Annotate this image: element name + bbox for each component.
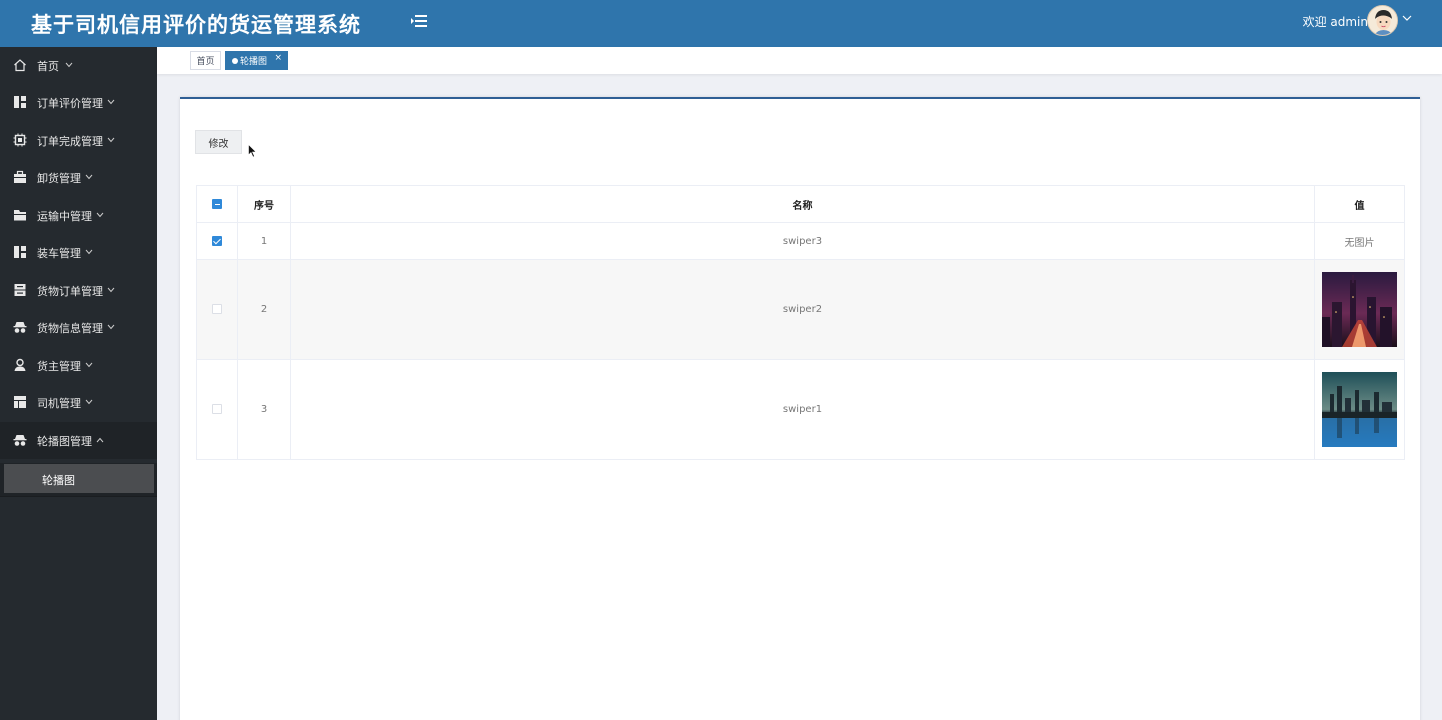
sidebar-item-label: 卸货管理 [37, 172, 81, 185]
menu-toggle-icon[interactable] [410, 13, 428, 29]
active-dot-icon [232, 57, 238, 64]
row-value: 无图片 [1314, 222, 1405, 260]
sidebar-item-home[interactable]: 首页 [0, 47, 157, 84]
welcome-text: 欢迎 admin [1302, 15, 1368, 29]
mouse-cursor-icon [248, 144, 257, 158]
chevron-down-icon [107, 137, 115, 143]
close-icon[interactable]: × [274, 53, 282, 63]
sidebar-item-label: 货物信息管理 [37, 322, 103, 335]
tab-label: 首页 [196, 57, 215, 67]
tab-label: 轮播图 [240, 57, 268, 67]
row-checkbox[interactable] [212, 235, 222, 246]
row-name: swiper3 [290, 222, 1315, 260]
sidebar-item-label: 货物订单管理 [37, 285, 103, 298]
header-value: 值 [1314, 185, 1405, 223]
chevron-up-icon [96, 437, 104, 443]
chevron-down-icon [96, 212, 104, 218]
table-header-row: 序号 名称 值 [196, 185, 1405, 223]
row-name: swiper2 [290, 259, 1315, 360]
sidebar-divider [0, 496, 157, 497]
table-row[interactable]: 3 swiper1 [196, 359, 1405, 460]
row-checkbox[interactable] [212, 304, 222, 314]
row-select-cell [196, 222, 238, 260]
row-index: 3 [237, 359, 291, 460]
row-name: swiper1 [290, 359, 1315, 460]
select-all-checkbox[interactable] [212, 198, 222, 209]
sidebar-item-in-transit[interactable]: 运输中管理 [0, 197, 157, 234]
chevron-down-icon [85, 249, 93, 255]
row-select-cell [196, 259, 238, 360]
sidebar-item-label: 司机管理 [37, 397, 81, 410]
incognito-icon [13, 435, 27, 446]
sidebar-item-unloading[interactable]: 卸货管理 [0, 159, 157, 196]
chevron-down-icon [65, 62, 73, 68]
top-header: 基于司机信用评价的货运管理系统 欢迎 admin [0, 0, 1442, 47]
header-select-cell [196, 185, 238, 223]
sidebar-subitem-label: 轮播图 [42, 474, 75, 487]
sidebar-item-order-complete[interactable]: 订单完成管理 [0, 122, 157, 159]
city-night-thumbnail[interactable] [1322, 272, 1397, 347]
sidebar-item-label: 运输中管理 [37, 210, 92, 223]
sidebar-item-label: 轮播图管理 [37, 435, 92, 448]
sidebar-item-drivers[interactable]: 司机管理 [0, 384, 157, 421]
row-checkbox[interactable] [212, 404, 222, 414]
chevron-down-icon[interactable] [1402, 13, 1412, 23]
home-icon [14, 59, 26, 72]
sidebar-item-cargo-info[interactable]: 货物信息管理 [0, 309, 157, 346]
server-icon [14, 284, 26, 296]
folder-icon [14, 210, 26, 221]
table-row[interactable]: 2 swiper2 [196, 259, 1405, 360]
chevron-down-icon [85, 362, 93, 368]
tab-carousel[interactable]: 轮播图 × [225, 51, 288, 70]
grid-icon [14, 246, 26, 258]
toolbox-icon [14, 170, 26, 183]
layout-icon [14, 396, 26, 408]
user-icon [14, 358, 26, 371]
sidebar-item-label: 首页 [37, 60, 59, 73]
sidebar-item-label: 订单评价管理 [37, 97, 103, 110]
chevron-down-icon [107, 287, 115, 293]
chevron-down-icon [107, 99, 115, 105]
chevron-down-icon [85, 174, 93, 180]
sidebar-item-loading[interactable]: 装车管理 [0, 234, 157, 271]
sidebar-item-label: 货主管理 [37, 360, 81, 373]
avatar[interactable] [1367, 5, 1398, 36]
row-select-cell [196, 359, 238, 460]
tabs-bar: 首页 轮播图 × [157, 47, 1442, 74]
sidebar-item-shippers[interactable]: 货主管理 [0, 347, 157, 384]
sidebar-item-label: 订单完成管理 [37, 135, 103, 148]
app-title: 基于司机信用评价的货运管理系统 [31, 13, 361, 37]
chip-icon [13, 133, 27, 147]
header-index: 序号 [237, 185, 291, 223]
row-index: 1 [237, 222, 291, 260]
row-value [1314, 359, 1405, 460]
sidebar-item-label: 装车管理 [37, 247, 81, 260]
city-skyline-thumbnail[interactable] [1322, 372, 1397, 447]
sidebar-subitem-carousel[interactable]: 轮播图 [4, 464, 154, 493]
sidebar-item-order-review[interactable]: 订单评价管理 [0, 84, 157, 121]
sidebar: 首页 订单评价管理 订单完成管理 卸货管理 运输中管理 装车管理 货物订单管理 … [0, 47, 157, 720]
edit-button[interactable]: 修改 [195, 130, 242, 154]
grid-icon [14, 96, 26, 108]
table-row[interactable]: 1 swiper3 无图片 [196, 222, 1405, 260]
row-value [1314, 259, 1405, 360]
user-avatar-icon [1368, 6, 1397, 35]
sidebar-item-cargo-orders[interactable]: 货物订单管理 [0, 272, 157, 309]
chevron-down-icon [85, 399, 93, 405]
tab-home[interactable]: 首页 [190, 51, 221, 70]
chevron-down-icon [107, 324, 115, 330]
carousel-table: 序号 名称 值 1 swiper3 无图片 2 swiper2 3 swiper… [196, 185, 1405, 460]
row-index: 2 [237, 259, 291, 360]
header-name: 名称 [290, 185, 1315, 223]
sidebar-item-carousel[interactable]: 轮播图管理 [0, 422, 157, 459]
incognito-icon [13, 322, 27, 333]
